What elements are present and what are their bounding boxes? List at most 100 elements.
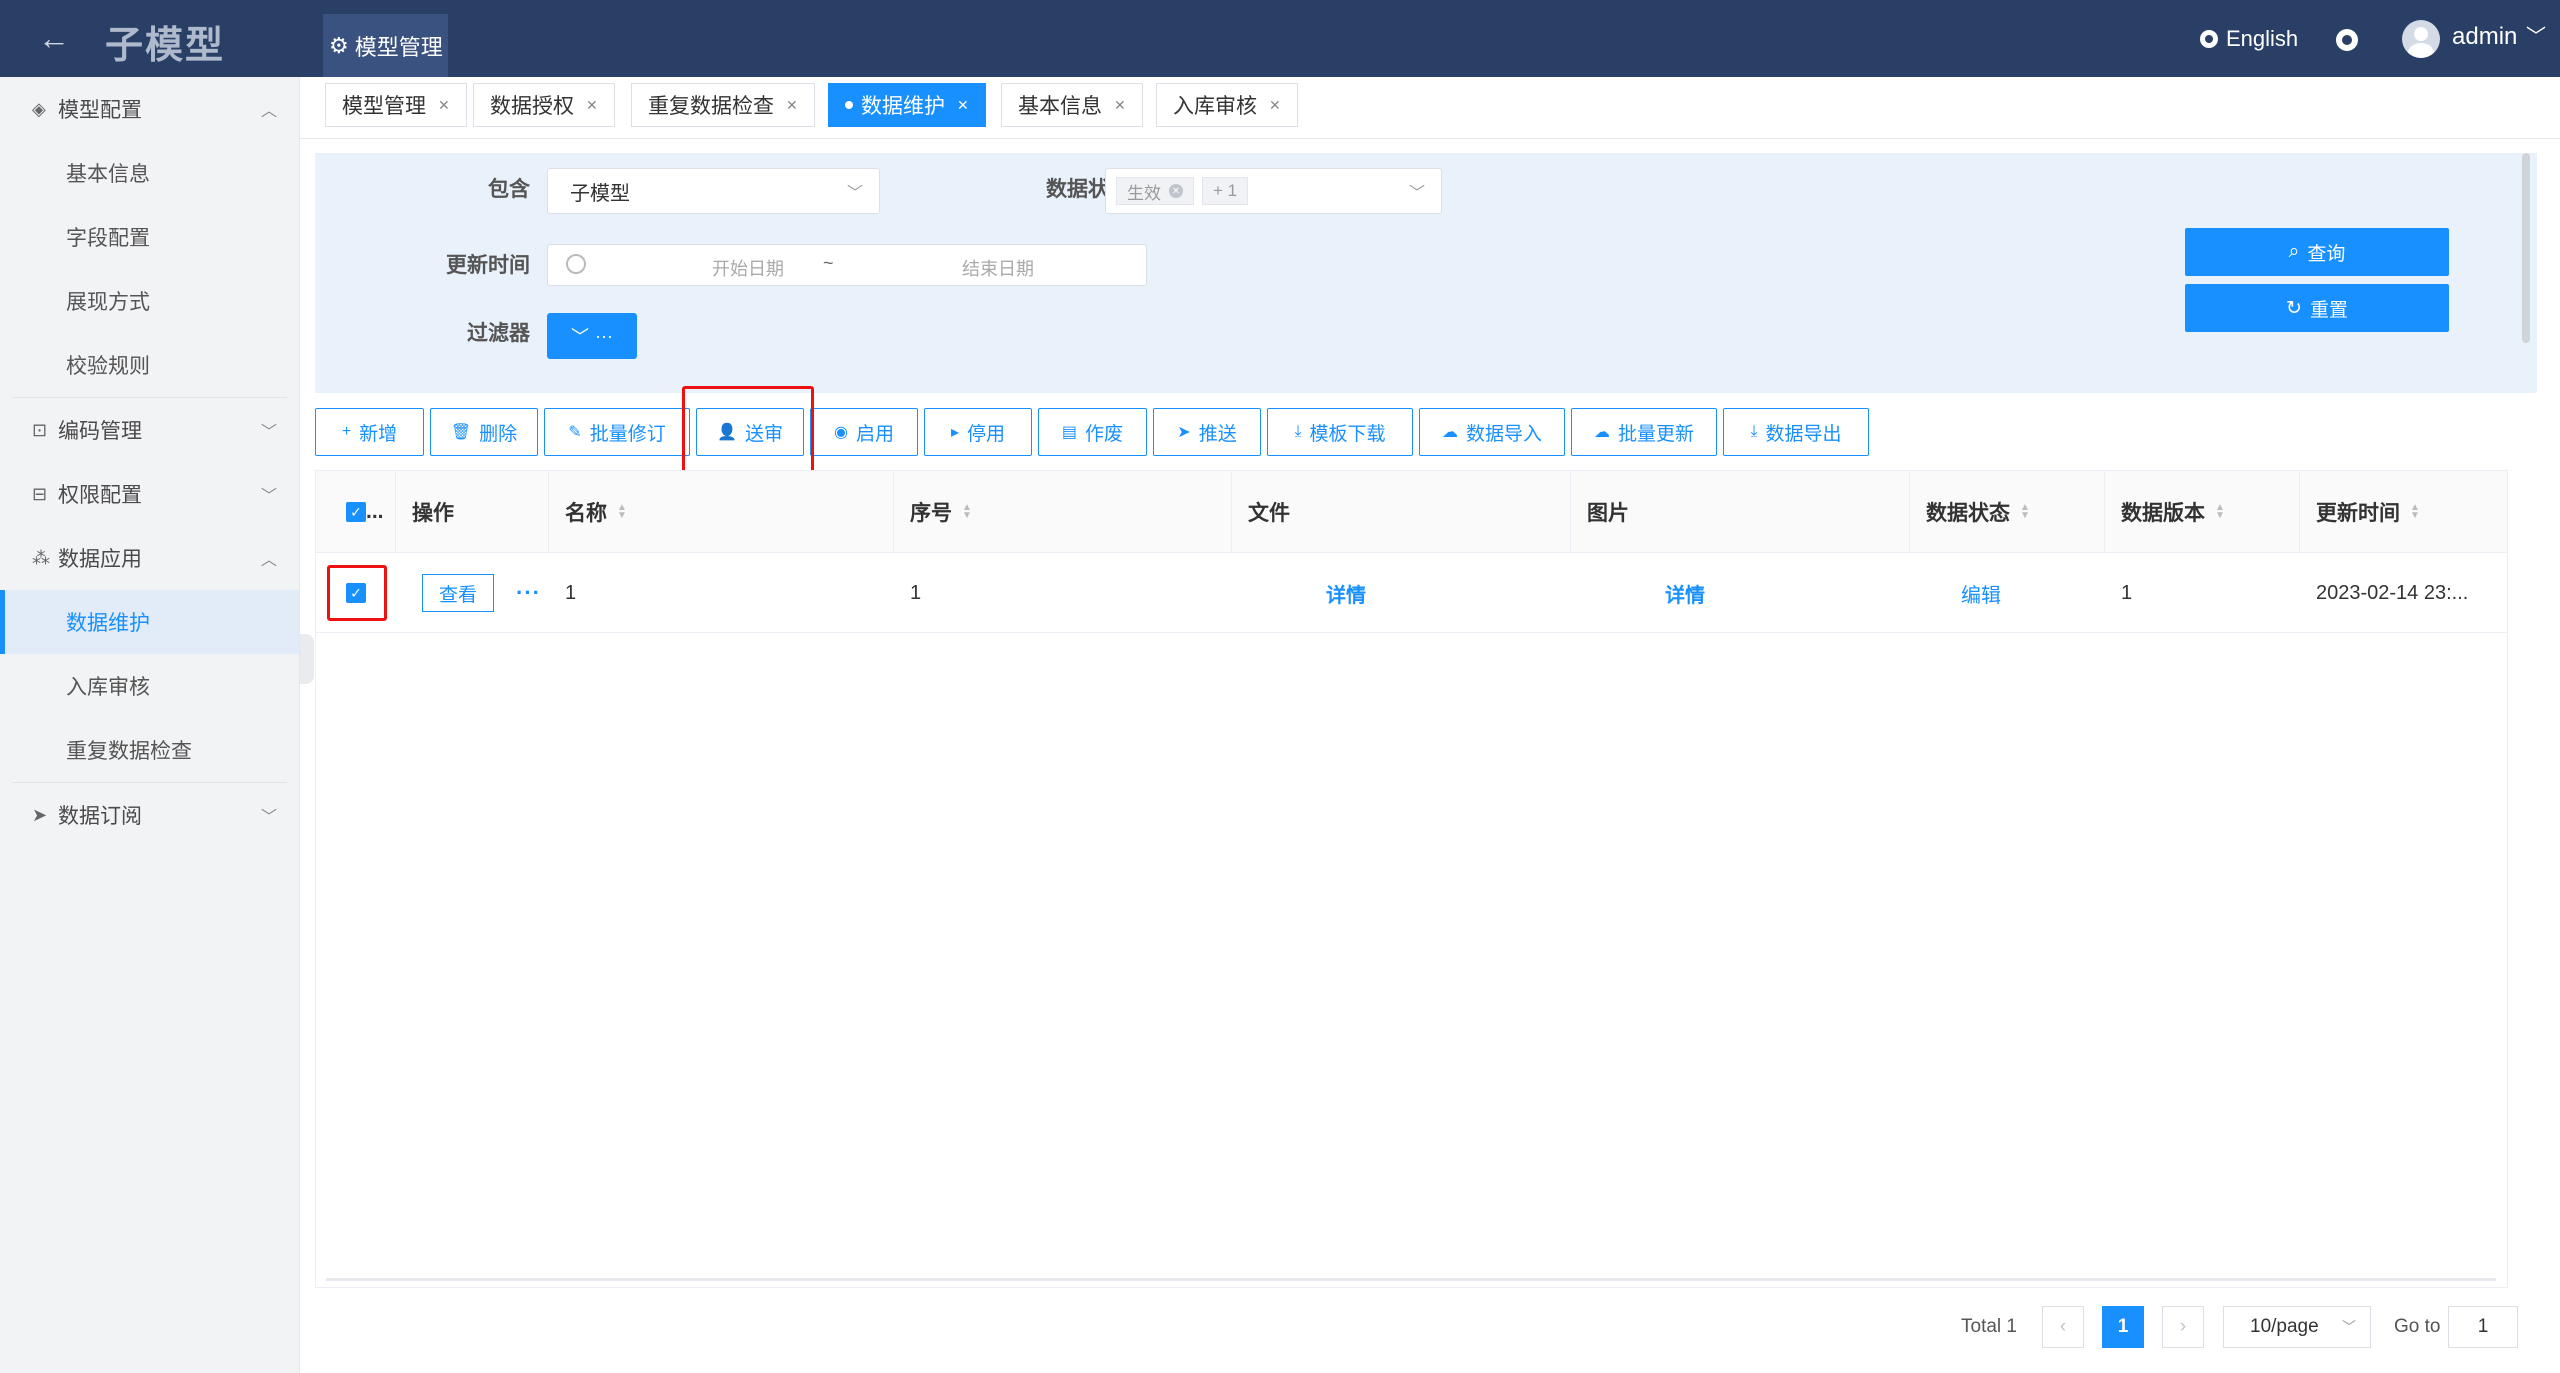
cell-sequence: 1: [910, 581, 922, 604]
batch-update-button[interactable]: ☁ 批量更新: [1571, 408, 1717, 456]
avatar[interactable]: [2402, 20, 2440, 58]
more-actions-icon[interactable]: ···: [516, 580, 541, 606]
table-row[interactable]: ✓ 查看 ··· 1 1 详情 详情 编辑 1 2023-02-14 23:..…: [316, 553, 2507, 633]
push-button[interactable]: ➤ 推送: [1153, 408, 1261, 456]
data-import-button[interactable]: ☁ 数据导入: [1419, 408, 1565, 456]
data-export-button[interactable]: ⤓ 数据导出: [1723, 408, 1869, 456]
tab-bar: 模型管理 ✕ 数据授权 ✕ 重复数据检查 ✕ 数据维护 ✕ 基本信息 ✕ 入库审…: [300, 77, 2560, 139]
close-icon[interactable]: ✕: [1114, 97, 1126, 114]
select-all-header[interactable]: ✓...: [316, 471, 396, 553]
delete-button[interactable]: 🗑 删除: [430, 408, 538, 456]
sidebar-item-data-maintenance[interactable]: 数据维护: [0, 590, 299, 654]
filter-label: 过滤器: [467, 322, 530, 345]
sidebar-group-label: 模型配置: [58, 99, 142, 122]
close-icon[interactable]: ✕: [586, 97, 598, 114]
highlight-box-row-checkbox: [327, 565, 387, 621]
push-button-label: 推送: [1198, 423, 1237, 445]
tab-storage-review[interactable]: 入库审核 ✕: [1156, 83, 1298, 127]
vertical-scrollbar[interactable]: [2522, 153, 2530, 343]
date-range-picker[interactable]: 开始日期 ~ 结束日期: [547, 244, 1147, 286]
data-table: ✓... 操作 名称 ▲ ▼ 序号 ▲ ▼ 文件 图片 数据状态 ▲ ▼ 数据版本 ▲…: [315, 470, 2508, 1288]
status-more-tag: + 1: [1202, 177, 1249, 205]
chevron-down-icon[interactable]: ﹀: [2526, 20, 2546, 49]
sidebar-group-data-application[interactable]: ⁂ 数据应用 ︿: [0, 526, 299, 590]
sidebar: ◈ 模型配置 ︿ 基本信息 字段配置 展现方式 校验规则 ⊡ 编码管理 ﹀ ⊟ …: [0, 77, 300, 1373]
sort-icon[interactable]: ▲ ▼: [617, 503, 627, 521]
top-header: ← 子模型 ⚙ 模型管理 English admin ﹀: [0, 0, 2560, 77]
column-header-image: 图片: [1571, 471, 1910, 553]
close-icon[interactable]: ✕: [438, 97, 450, 114]
sidebar-item-basic-info[interactable]: 基本信息: [0, 141, 299, 205]
sidebar-group-code-management[interactable]: ⊡ 编码管理 ﹀: [0, 398, 299, 462]
tab-duplicate-check[interactable]: 重复数据检查 ✕: [631, 83, 815, 127]
sidebar-item-storage-review[interactable]: 入库审核: [0, 654, 299, 718]
close-icon[interactable]: ✕: [786, 97, 798, 114]
username[interactable]: admin: [2452, 23, 2517, 51]
tab-data-authorization[interactable]: 数据授权 ✕: [473, 83, 615, 127]
status-label: 数据状态: [1046, 178, 1130, 201]
sidebar-group-model-config[interactable]: ◈ 模型配置 ︿: [0, 77, 299, 141]
next-page-button[interactable]: ›: [2162, 1306, 2204, 1348]
column-header-version[interactable]: 数据版本 ▲ ▼: [2105, 471, 2300, 553]
sidebar-item-duplicate-check[interactable]: 重复数据检查: [0, 718, 299, 782]
tab-basic-info[interactable]: 基本信息 ✕: [1001, 83, 1143, 127]
column-header-sequence[interactable]: 序号 ▲ ▼: [894, 471, 1232, 553]
sidebar-item-display-mode[interactable]: 展现方式: [0, 269, 299, 333]
column-header-label: 图片: [1587, 502, 1629, 525]
sort-icon[interactable]: ▲ ▼: [2410, 503, 2420, 521]
status-select[interactable]: 生效 ✕ + 1 ﹀: [1105, 168, 1442, 214]
start-date-input[interactable]: 开始日期: [668, 255, 828, 281]
query-button[interactable]: ⌕ 查询: [2185, 228, 2449, 276]
view-button[interactable]: 查看: [422, 574, 494, 612]
column-header-name[interactable]: 名称 ▲ ▼: [549, 471, 894, 553]
status-edit-link[interactable]: 编辑: [1961, 553, 2001, 633]
sort-icon[interactable]: ▲ ▼: [2215, 503, 2225, 521]
contain-select[interactable]: 子模型 ﹀: [547, 168, 880, 214]
gear-icon: ⚙: [329, 32, 349, 58]
add-button[interactable]: + 新增: [315, 408, 424, 456]
language-switch[interactable]: English: [2200, 26, 2298, 52]
row-actions-cell: 查看 ···: [422, 553, 541, 633]
filter-dropdown-button[interactable]: ﹀ ···: [547, 313, 637, 359]
sort-icon[interactable]: ▲ ▼: [2020, 503, 2030, 521]
sidebar-group-label: 权限配置: [58, 484, 142, 507]
tab-model-management[interactable]: 模型管理 ✕: [325, 83, 467, 127]
batch-revise-button[interactable]: ✎ 批量修订: [544, 408, 690, 456]
sidebar-group-permission-config[interactable]: ⊟ 权限配置 ﹀: [0, 462, 299, 526]
file-detail-link[interactable]: 详情: [1326, 553, 1366, 633]
close-icon[interactable]: ✕: [1269, 97, 1281, 114]
page-size-select[interactable]: 10/page ﹀: [2223, 1306, 2371, 1348]
void-button[interactable]: ▤ 作废: [1038, 408, 1147, 456]
disable-button[interactable]: ▸ 停用: [924, 408, 1032, 456]
top-nav-tab-model-management[interactable]: ⚙ 模型管理: [323, 14, 448, 77]
download-icon: ⤓: [1294, 423, 1302, 440]
sidebar-group-data-subscription[interactable]: ➤ 数据订阅 ﹀: [0, 783, 299, 847]
horizontal-scrollbar[interactable]: [326, 1278, 2496, 1281]
goto-label: Go to: [2394, 1316, 2441, 1337]
select-all-checkbox[interactable]: ✓: [346, 502, 366, 522]
end-date-input[interactable]: 结束日期: [918, 255, 1078, 281]
column-header-label: 序号: [910, 502, 952, 525]
column-header-updated[interactable]: 更新时间 ▲ ▼: [2300, 471, 2508, 553]
enable-button[interactable]: ◉ 启用: [810, 408, 918, 456]
goto-page-input[interactable]: 1: [2448, 1306, 2518, 1348]
prev-page-button[interactable]: ‹: [2042, 1306, 2084, 1348]
sidebar-collapse-handle[interactable]: [300, 634, 314, 684]
sort-icon[interactable]: ▲ ▼: [962, 503, 972, 521]
sidebar-item-field-config[interactable]: 字段配置: [0, 205, 299, 269]
sidebar-group-label: 数据应用: [58, 548, 142, 571]
reset-button[interactable]: ↻ 重置: [2185, 284, 2449, 332]
template-download-button[interactable]: ⤓ 模板下载: [1267, 408, 1413, 456]
image-detail-link[interactable]: 详情: [1665, 553, 1705, 633]
column-header-status[interactable]: 数据状态 ▲ ▼: [1910, 471, 2105, 553]
close-icon[interactable]: ✕: [1169, 184, 1183, 198]
pagination-total: Total 1: [1961, 1316, 2017, 1337]
close-icon[interactable]: ✕: [957, 97, 969, 114]
page-1-button[interactable]: 1: [2102, 1306, 2144, 1348]
help-icon[interactable]: [2336, 29, 2358, 51]
sidebar-item-validation-rules[interactable]: 校验规则: [0, 333, 299, 397]
play-circle-icon: ◉: [834, 424, 848, 441]
back-arrow-icon[interactable]: ←: [38, 20, 70, 57]
tab-data-maintenance[interactable]: 数据维护 ✕: [828, 83, 986, 127]
data-export-label: 数据导出: [1765, 423, 1842, 445]
